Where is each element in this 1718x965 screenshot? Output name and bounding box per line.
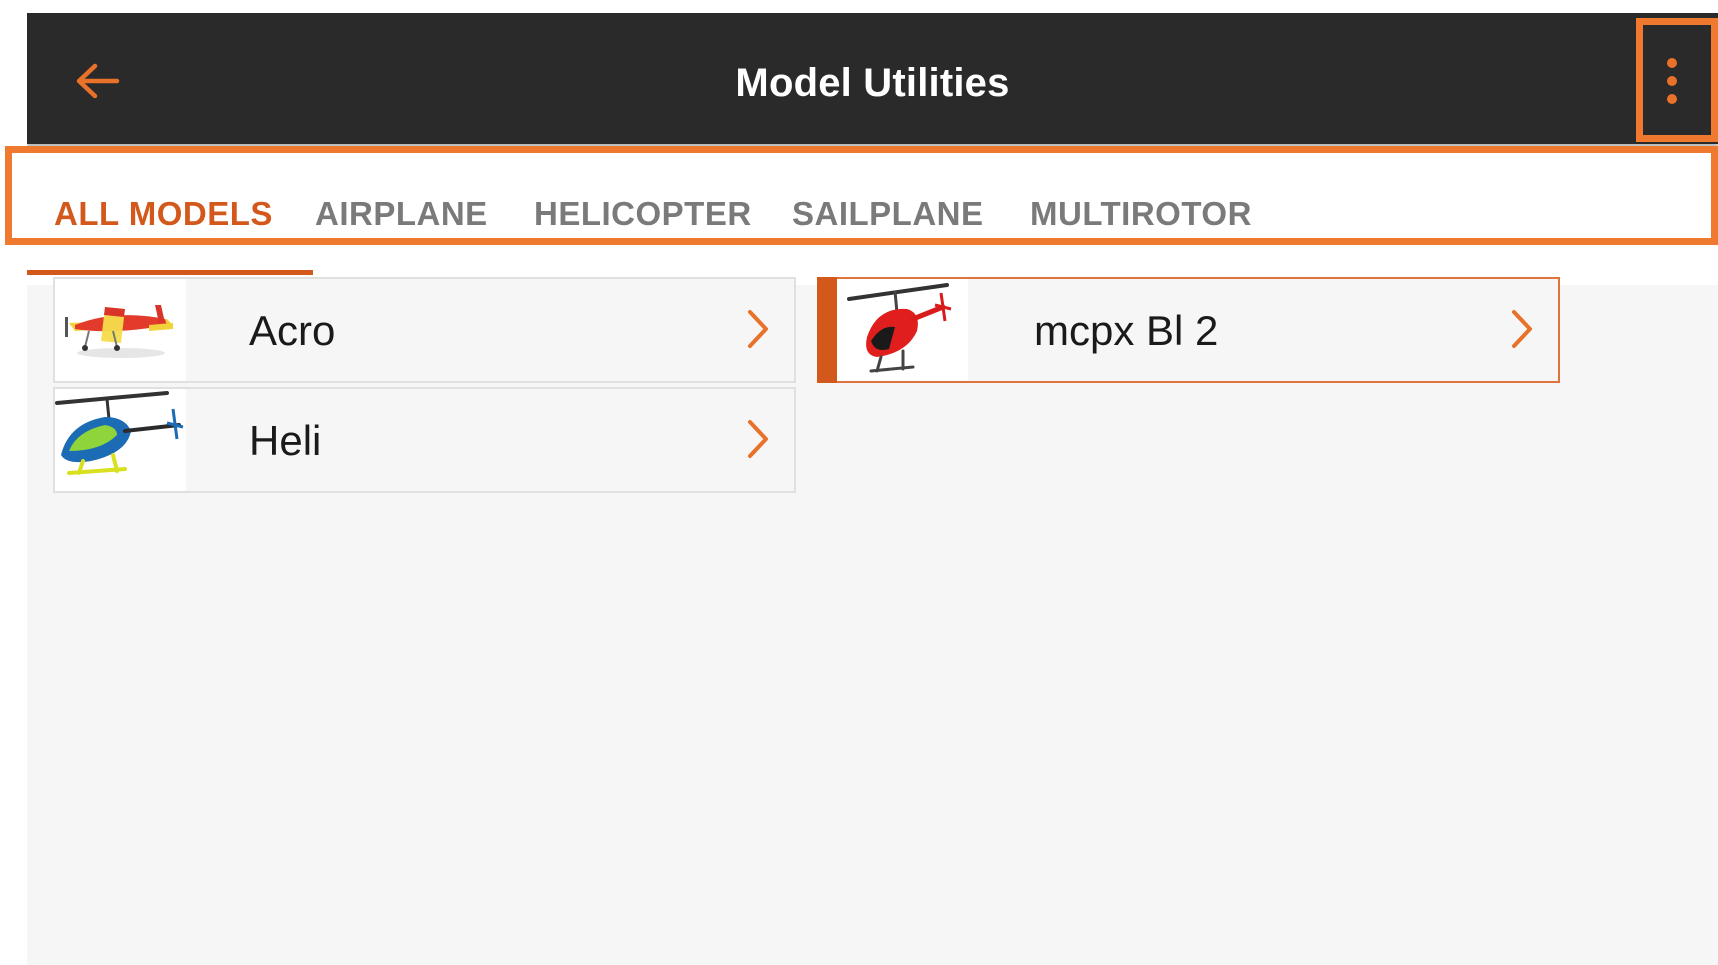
model-thumbnail xyxy=(837,279,968,381)
helicopter-icon xyxy=(55,391,184,475)
page-title: Model Utilities xyxy=(735,61,1010,105)
model-thumbnail xyxy=(55,279,186,381)
tabs-highlight-frame xyxy=(5,146,1718,245)
model-item-heli[interactable]: Heli xyxy=(53,387,796,493)
model-name: Acro xyxy=(249,307,336,354)
airplane-icon xyxy=(65,305,173,358)
app-bar: Model Utilities xyxy=(27,13,1718,144)
chevron-right-icon xyxy=(748,420,768,458)
model-name: mcpx Bl 2 xyxy=(1034,307,1219,354)
active-tab-indicator xyxy=(27,270,313,275)
model-item-mcpx-bl-2[interactable]: mcpx Bl 2 xyxy=(817,277,1560,383)
model-item-acro[interactable]: Acro xyxy=(53,277,796,383)
menu-highlight-frame xyxy=(1636,18,1718,142)
model-name: Heli xyxy=(249,417,322,464)
helicopter-icon xyxy=(847,283,952,373)
chevron-right-icon xyxy=(1512,310,1532,348)
model-thumbnail xyxy=(55,389,186,491)
chevron-right-icon xyxy=(748,310,768,348)
selected-indicator xyxy=(817,277,837,383)
